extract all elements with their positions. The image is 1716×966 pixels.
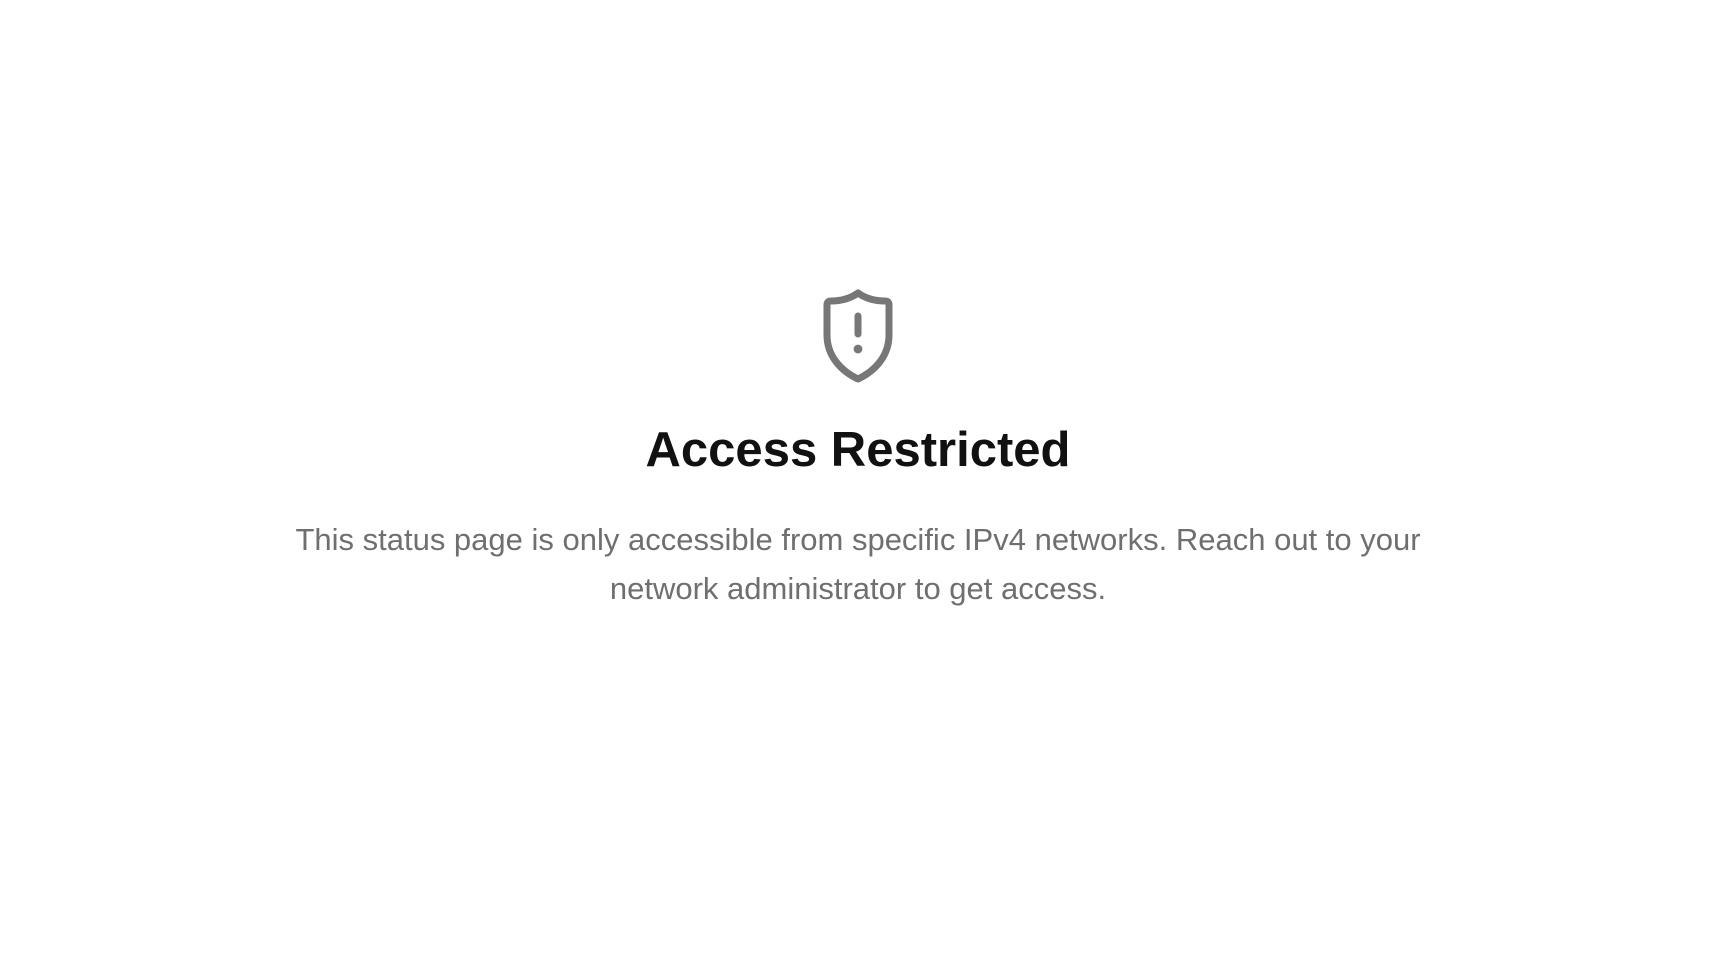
page-title: Access Restricted: [645, 423, 1071, 477]
restriction-message: This status page is only accessible from…: [295, 522, 1421, 606]
access-restricted-page: Access Restricted This status page is on…: [0, 0, 1716, 966]
shield-alert-icon: [818, 288, 898, 384]
